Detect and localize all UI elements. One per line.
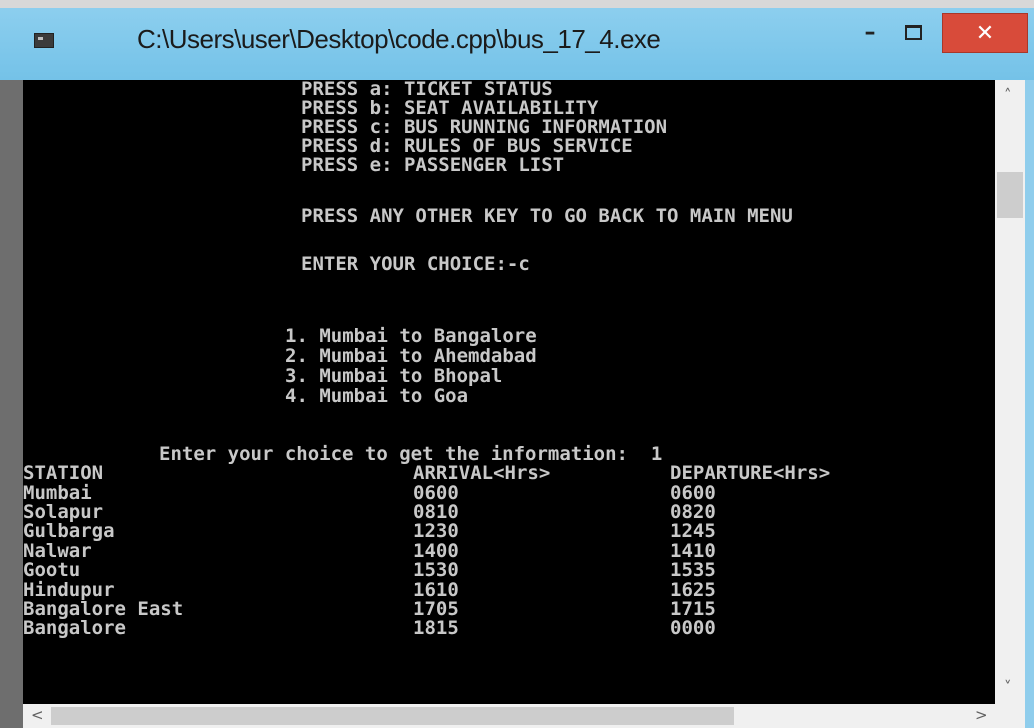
console-window: C:\Users\user\Desktop\code.cpp\bus_17_4.…	[0, 0, 1034, 728]
console-app-icon[interactable]	[34, 33, 54, 48]
header-departure: DEPARTURE<Hrs>	[670, 462, 831, 484]
horizontal-scrollbar[interactable]: < >	[23, 704, 995, 728]
menu-line-back-to-main: PRESS ANY OTHER KEY TO GO BACK TO MAIN M…	[301, 205, 793, 227]
header-station: STATION	[23, 462, 104, 484]
maximize-icon	[904, 24, 922, 40]
route-item: 4. Mumbai to Goa	[285, 385, 469, 407]
arrival-cell: 1230	[413, 520, 459, 542]
station-cell: Bangalore	[23, 617, 126, 639]
route-item: 3. Mumbai to Bhopal	[285, 365, 503, 387]
vertical-scroll-thumb[interactable]	[997, 172, 1023, 218]
maximize-button[interactable]	[893, 15, 933, 49]
arrival-cell: 1530	[413, 559, 459, 581]
title-bar-top-edge	[0, 0, 1034, 8]
horizontal-scroll-thumb[interactable]	[51, 707, 734, 725]
close-button[interactable]: ✕	[942, 13, 1028, 53]
scroll-down-icon[interactable]: ˅	[1004, 678, 1012, 696]
window-right-border	[1025, 80, 1034, 728]
minimize-icon: –	[864, 19, 876, 45]
window-title: C:\Users\user\Desktop\code.cpp\bus_17_4.…	[137, 24, 661, 54]
departure-cell: 1535	[670, 559, 716, 581]
resize-grip[interactable]	[995, 704, 1025, 728]
title-bar[interactable]: C:\Users\user\Desktop\code.cpp\bus_17_4.…	[0, 0, 1034, 80]
departure-cell: 1245	[670, 520, 716, 542]
information-prompt: Enter your choice to get the information…	[159, 443, 663, 465]
station-cell: Gootu	[23, 559, 81, 581]
scroll-left-icon[interactable]: <	[31, 706, 44, 724]
choice-prompt: ENTER YOUR CHOICE:-c	[301, 253, 530, 275]
scroll-right-icon[interactable]: >	[975, 706, 988, 724]
minimize-button[interactable]: –	[848, 15, 892, 49]
vertical-scrollbar[interactable]: ˄ ˅	[995, 80, 1025, 704]
close-icon: ✕	[975, 20, 995, 46]
station-cell: Gulbarga	[23, 520, 115, 542]
departure-cell: 0000	[670, 617, 716, 639]
route-item: 2. Mumbai to Ahemdabad	[285, 345, 537, 367]
menu-line-passenger-list: PRESS e: PASSENGER LIST	[301, 154, 565, 176]
scroll-up-icon[interactable]: ˄	[1004, 86, 1012, 104]
arrival-cell: 1815	[413, 617, 459, 639]
header-arrival: ARRIVAL<Hrs>	[413, 462, 551, 484]
console-output[interactable]: PRESS a: TICKET STATUS PRESS b: SEAT AVA…	[23, 80, 995, 704]
route-item: 1. Mumbai to Bangalore	[285, 325, 537, 347]
